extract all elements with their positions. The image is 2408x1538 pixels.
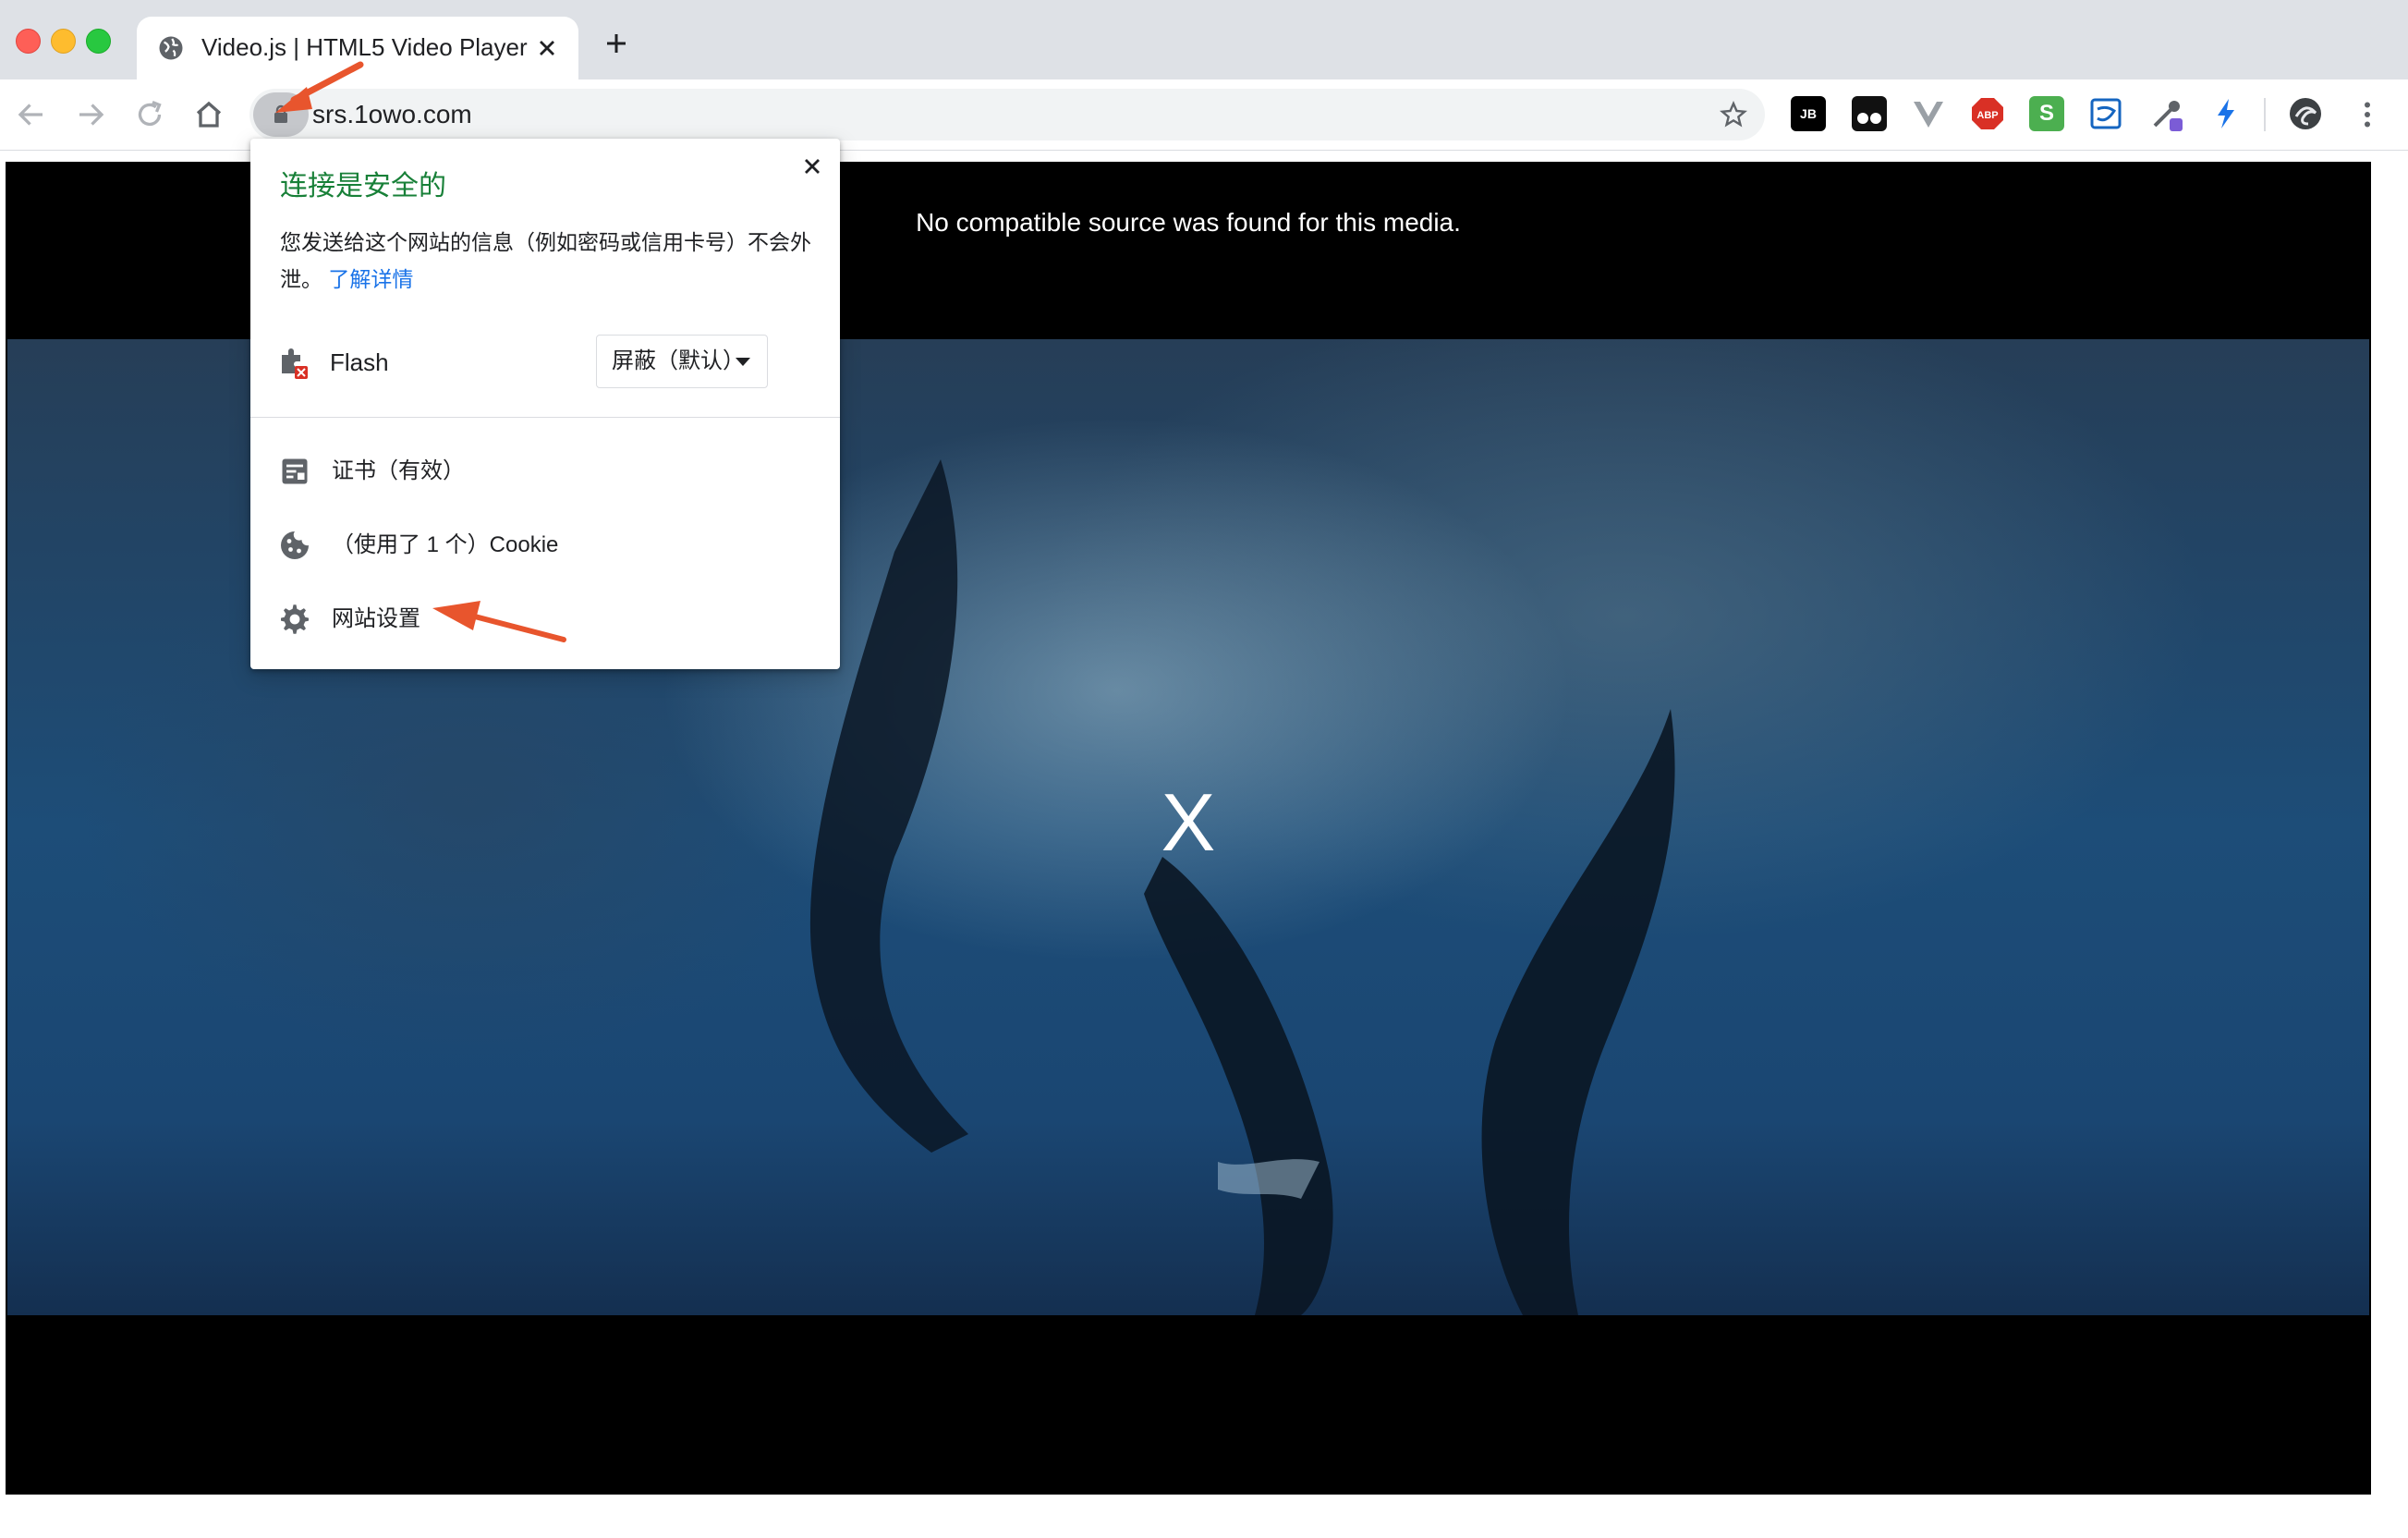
certificate-label: 证书（有效） — [332, 458, 465, 483]
back-icon[interactable] — [15, 98, 48, 131]
stylus-icon[interactable] — [2088, 96, 2123, 131]
toolbar-divider — [2264, 98, 2266, 131]
connection-description: 您发送给这个网站的信息（例如密码或信用卡号）不会外泄。 了解详情 — [280, 224, 816, 298]
site-settings-label: 网站设置 — [332, 606, 420, 631]
cookies-item[interactable]: （使用了 1 个）Cookie — [278, 518, 823, 573]
tampermonkey-glyph — [1857, 113, 1881, 124]
eyedropper-icon[interactable] — [2149, 96, 2184, 131]
bookmark-star-icon[interactable] — [1719, 100, 1748, 129]
browser-tab[interactable]: Video.js | HTML5 Video Player — [137, 17, 578, 79]
site-info-button[interactable] — [253, 92, 309, 137]
certificate-icon — [282, 458, 308, 484]
site-settings-item[interactable]: 网站设置 — [278, 592, 823, 647]
stylus-glyph — [2090, 98, 2122, 129]
tab-title: Video.js | HTML5 Video Player — [201, 33, 528, 61]
profile-avatar[interactable] — [2288, 96, 2323, 131]
vue-glyph — [1914, 102, 1943, 128]
cookies-label: （使用了 1 个）Cookie — [332, 532, 559, 557]
player-error-mark: X — [1161, 776, 1216, 868]
learn-more-link[interactable]: 了解详情 — [328, 267, 413, 291]
globe-icon — [159, 36, 183, 60]
close-popup-icon[interactable] — [799, 153, 825, 179]
new-tab-button[interactable] — [602, 30, 630, 57]
popup-divider — [250, 417, 840, 418]
maximize-window-button[interactable] — [86, 29, 111, 54]
site-info-popup: 连接是安全的 您发送给这个网站的信息（例如密码或信用卡号）不会外泄。 了解详情 … — [250, 139, 840, 669]
s-extension-icon[interactable]: S — [2029, 96, 2064, 131]
forward-icon[interactable] — [74, 98, 107, 131]
flash-label: Flash — [330, 348, 389, 376]
address-bar[interactable]: srs.1owo.com — [249, 89, 1765, 140]
browser-tab-strip: Video.js | HTML5 Video Player — [0, 0, 2408, 79]
abp-label: ABP — [1976, 110, 1998, 121]
abp-glyph: ABP — [1972, 98, 2003, 129]
tampermonkey-icon[interactable] — [1852, 96, 1887, 131]
vue-devtools-icon[interactable] — [1911, 96, 1946, 131]
flash-setting-select[interactable]: 屏蔽（默认） — [596, 335, 768, 388]
url-text: srs.1owo.com — [312, 100, 472, 128]
profile-avatar-icon — [2290, 98, 2321, 129]
lightning-glyph — [2218, 99, 2234, 128]
gear-icon — [281, 604, 309, 634]
lock-icon — [274, 104, 287, 123]
flash-setting-value: 屏蔽（默认） — [612, 348, 745, 373]
connection-secure-heading: 连接是安全的 — [280, 171, 446, 201]
certificate-item[interactable]: 证书（有效） — [278, 444, 823, 499]
close-window-button[interactable] — [16, 29, 41, 54]
lightning-icon[interactable] — [2208, 96, 2244, 131]
dropdown-caret-icon — [736, 358, 750, 366]
eyedropper-glyph — [2153, 101, 2183, 131]
browser-menu-icon[interactable] — [2351, 98, 2384, 131]
flash-permission-row: Flash 屏蔽（默认） — [276, 335, 831, 390]
cookie-icon — [281, 531, 309, 559]
close-tab-icon[interactable] — [534, 35, 560, 61]
reload-icon[interactable] — [133, 98, 166, 131]
minimize-window-button[interactable] — [51, 29, 76, 54]
flash-plugin-blocked-icon — [282, 348, 308, 379]
jetbrains-icon[interactable]: JB — [1791, 96, 1826, 131]
adblock-plus-icon[interactable]: ABP — [1970, 96, 2005, 131]
home-icon[interactable] — [192, 98, 225, 131]
